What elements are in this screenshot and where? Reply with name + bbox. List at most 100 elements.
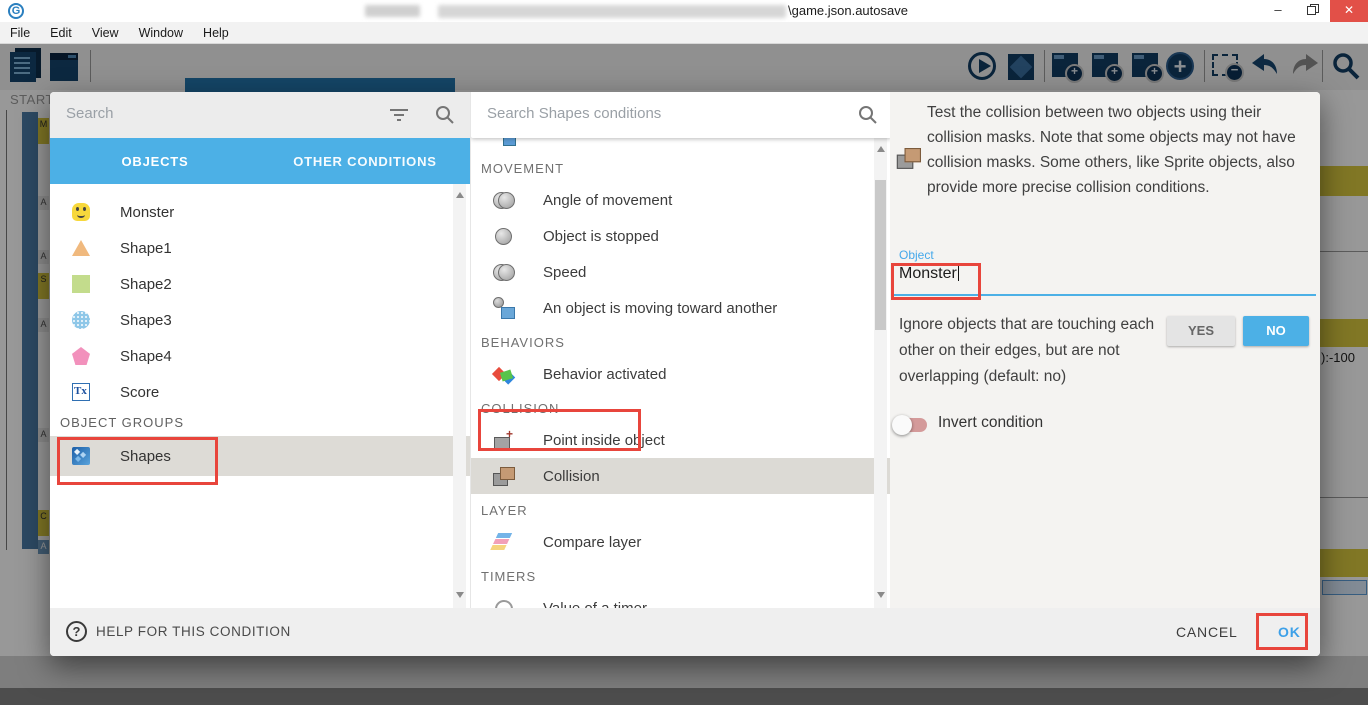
condition-search-bar[interactable]: Search Shapes conditions bbox=[471, 92, 890, 138]
moving-toward-icon bbox=[493, 298, 515, 318]
minimize-button[interactable]: – bbox=[1262, 0, 1294, 22]
instruction-editor-dialog: Search OBJECTS OTHER CONDITIONS Monster S… bbox=[50, 92, 1320, 656]
application-window: G \game.json.autosave – ✕ FileEditViewWi… bbox=[0, 0, 1368, 705]
condition-icon-slot bbox=[493, 364, 515, 384]
object-name: Monster bbox=[120, 204, 174, 221]
restore-icon bbox=[1307, 6, 1316, 15]
object-icon-slot bbox=[72, 347, 90, 365]
help-link[interactable]: HELP FOR THIS CONDITION bbox=[96, 608, 291, 656]
condition-icon-slot bbox=[493, 262, 515, 282]
condition-name: Collision bbox=[543, 468, 600, 485]
conditions-scrollbar[interactable] bbox=[874, 138, 887, 608]
object-icon-slot bbox=[72, 383, 90, 401]
collision-icon bbox=[493, 466, 515, 486]
condition-icon-slot bbox=[493, 466, 515, 486]
menu-item-file[interactable]: File bbox=[0, 22, 40, 44]
cancel-button[interactable]: CANCEL bbox=[1168, 608, 1246, 656]
object-selector-panel: Search OBJECTS OTHER CONDITIONS Monster S… bbox=[50, 92, 470, 608]
search-icon[interactable] bbox=[857, 104, 879, 131]
object-list-item[interactable]: Monster bbox=[50, 194, 470, 230]
tab-other-conditions[interactable]: OTHER CONDITIONS bbox=[260, 138, 470, 184]
object-icon-slot bbox=[72, 311, 90, 329]
condition-icon-slot bbox=[493, 298, 515, 318]
speed-icon bbox=[493, 262, 515, 282]
condition-chooser-panel: Search Shapes conditions MOVEMENT Angle o… bbox=[470, 92, 890, 608]
restore-button[interactable] bbox=[1296, 0, 1328, 22]
pentagon-icon bbox=[72, 347, 90, 365]
object-icon-slot bbox=[72, 275, 90, 293]
menu-item-help[interactable]: Help bbox=[193, 22, 239, 44]
condition-list-item[interactable]: Collision bbox=[471, 458, 890, 494]
scroll-down-arrow[interactable] bbox=[456, 592, 464, 598]
condition-name: Speed bbox=[543, 264, 586, 281]
menu-item-edit[interactable]: Edit bbox=[40, 22, 82, 44]
condition-name: Object is stopped bbox=[543, 228, 659, 245]
condition-list-item[interactable]: Object is stopped bbox=[471, 218, 890, 254]
object-list-item[interactable]: Shape1 bbox=[50, 230, 470, 266]
toggle-knob[interactable] bbox=[892, 415, 912, 435]
square-icon bbox=[72, 275, 90, 293]
help-icon[interactable]: ? bbox=[66, 621, 87, 642]
menu-item-window[interactable]: Window bbox=[129, 22, 193, 44]
object-name: Score bbox=[120, 384, 159, 401]
object-name: Shape1 bbox=[120, 240, 172, 257]
text-object-icon bbox=[72, 383, 90, 401]
invert-condition-toggle[interactable] bbox=[895, 418, 927, 432]
annotation-box-shapes bbox=[57, 437, 218, 485]
condition-list-item[interactable]: Speed bbox=[471, 254, 890, 290]
filter-icon[interactable] bbox=[388, 106, 410, 129]
condition-section-header: LAYER bbox=[471, 494, 890, 524]
menu-item-view[interactable]: View bbox=[82, 22, 129, 44]
object-name: Shape2 bbox=[120, 276, 172, 293]
angle-of-movement-icon bbox=[493, 190, 515, 210]
object-name: Shape3 bbox=[120, 312, 172, 329]
condition-section-header: BEHAVIORS bbox=[471, 326, 890, 356]
scrollbar-thumb[interactable] bbox=[875, 180, 886, 330]
objects-scrollbar[interactable] bbox=[453, 184, 466, 608]
condition-list-item[interactable]: Behavior activated bbox=[471, 356, 890, 392]
object-groups-header: OBJECT GROUPS bbox=[50, 410, 470, 436]
condition-name: An object is moving toward another bbox=[543, 300, 777, 317]
collision-icon bbox=[897, 147, 923, 171]
app-content: + START MAASAACA ):-100 bbox=[0, 44, 1368, 705]
behavior-activated-icon bbox=[493, 364, 515, 384]
object-icon-slot bbox=[72, 203, 90, 221]
scroll-up-arrow[interactable] bbox=[877, 146, 885, 152]
condition-name: Angle of movement bbox=[543, 192, 672, 209]
circle-icon bbox=[72, 311, 90, 329]
condition-parameters-panel: Test the collision between two objects u… bbox=[890, 92, 1320, 608]
conditions-list: MOVEMENT Angle of movement Object is stopp… bbox=[471, 138, 890, 608]
condition-section-header: MOVEMENT bbox=[471, 138, 890, 182]
object-list-item[interactable]: Shape2 bbox=[50, 266, 470, 302]
scroll-down-arrow[interactable] bbox=[877, 592, 885, 598]
condition-search-input[interactable]: Search Shapes conditions bbox=[487, 105, 661, 122]
condition-list-item[interactable]: Value of a timer bbox=[471, 590, 890, 608]
object-list-item[interactable]: Shape3 bbox=[50, 302, 470, 338]
condition-list-item[interactable]: Compare layer bbox=[471, 524, 890, 560]
window-title: \game.json.autosave bbox=[788, 3, 908, 18]
condition-section-header: TIMERS bbox=[471, 560, 890, 590]
object-name: Shape4 bbox=[120, 348, 172, 365]
object-list-item[interactable]: Shape4 bbox=[50, 338, 470, 374]
annotation-box-ok bbox=[1256, 613, 1308, 650]
condition-list-item[interactable]: Angle of movement bbox=[471, 182, 890, 218]
object-search-bar[interactable]: Search bbox=[50, 92, 470, 138]
condition-name: Behavior activated bbox=[543, 366, 666, 383]
close-button[interactable]: ✕ bbox=[1330, 0, 1368, 22]
yes-button[interactable]: YES bbox=[1167, 316, 1235, 346]
tab-objects[interactable]: OBJECTS bbox=[50, 138, 260, 184]
search-icon[interactable] bbox=[434, 104, 456, 131]
compare-layer-icon bbox=[493, 532, 515, 552]
title-bar: G \game.json.autosave – ✕ bbox=[0, 0, 1368, 22]
condition-description: Test the collision between two objects u… bbox=[927, 100, 1319, 200]
condition-list-item[interactable]: An object is moving toward another bbox=[471, 290, 890, 326]
monster-icon bbox=[72, 203, 90, 221]
condition-icon-slot bbox=[493, 532, 515, 552]
object-stopped-icon bbox=[493, 226, 515, 246]
object-list-item[interactable]: Score bbox=[50, 374, 470, 410]
scroll-up-arrow[interactable] bbox=[456, 192, 464, 198]
condition-icon-slot bbox=[493, 190, 515, 210]
object-search-input[interactable]: Search bbox=[66, 105, 114, 122]
no-button[interactable]: NO bbox=[1243, 316, 1309, 346]
object-icon-slot bbox=[72, 239, 90, 257]
